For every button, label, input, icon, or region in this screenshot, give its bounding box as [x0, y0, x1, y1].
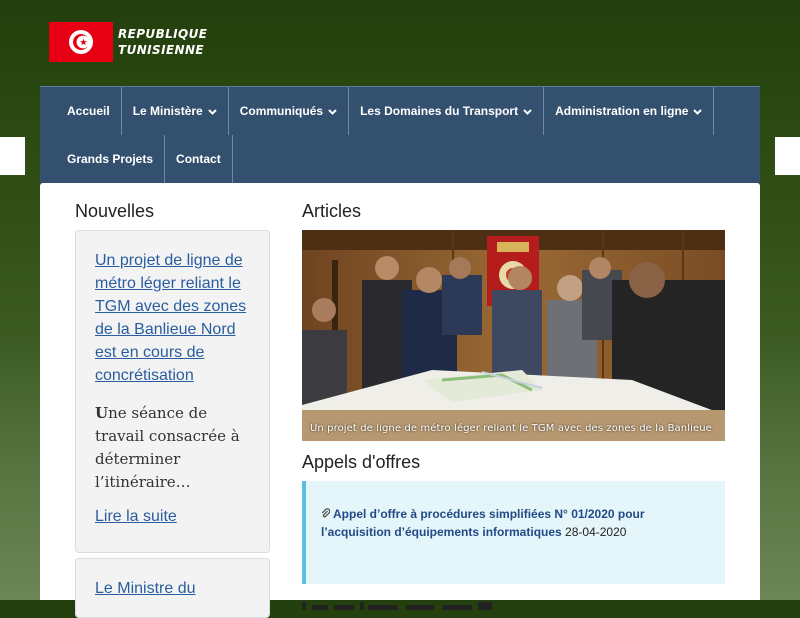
nav-label: Administration en ligne: [555, 104, 689, 118]
chevron-down-icon: [208, 104, 217, 118]
read-more-link[interactable]: Lire la suite: [95, 508, 177, 526]
left-side-tab: [0, 137, 25, 175]
nav-item-accueil[interactable]: Accueil: [40, 87, 122, 135]
nav-item-le-ministere[interactable]: Le Ministère: [122, 87, 229, 135]
brand-line-2: TUNISIENNE: [118, 43, 205, 57]
nav-item-contact[interactable]: Contact: [165, 135, 233, 183]
chevron-down-icon: [693, 104, 703, 118]
brand-text[interactable]: REPUBLIQUE TUNISIENNE: [118, 26, 207, 58]
photo-caption: Un projet de ligne de métro léger relian…: [310, 423, 712, 434]
nav-item-domaines-transport[interactable]: Les Domaines du Transport: [349, 87, 545, 135]
news-headline-link[interactable]: Un projet de ligne de métro léger relian…: [95, 249, 250, 387]
article-photo[interactable]: Un projet de ligne de métro léger relian…: [302, 230, 725, 441]
news-section-title: Nouvelles: [75, 201, 155, 221]
next-section-title-cutoff: [302, 594, 492, 615]
articles-section-title: Articles: [302, 201, 362, 221]
nav-label: Grands Projets: [67, 152, 154, 166]
nav-label: Le Ministère: [132, 104, 203, 118]
news-headline-link[interactable]: Le Ministre du: [95, 577, 250, 600]
nav-row-1: Accueil Le Ministère Communiqués Les Dom…: [40, 87, 760, 135]
excerpt-drop-letter: U: [95, 404, 109, 422]
nav-label: Communiqués: [239, 104, 324, 118]
tenders-section-title: Appels d'offres: [302, 452, 421, 472]
main-navbar: Accueil Le Ministère Communiqués Les Dom…: [40, 86, 760, 184]
news-card: Un projet de ligne de métro léger relian…: [75, 230, 270, 553]
news-excerpt: Une séance de travail consacrée à déterm…: [95, 402, 250, 494]
excerpt-text: ne séance de travail consacrée à détermi…: [95, 404, 240, 491]
main-content: Nouvelles Un projet de ligne de métro lé…: [40, 183, 760, 618]
news-card: Le Ministre du: [75, 558, 270, 618]
chevron-down-icon: [523, 104, 532, 118]
tender-date: 28-04-2020: [565, 525, 627, 539]
crescent-star-icon: [69, 30, 93, 54]
nav-label: Accueil: [67, 104, 110, 118]
nav-row-2: Grands Projets Contact: [40, 135, 760, 183]
right-side-tab: [775, 137, 800, 175]
paperclip-icon: [321, 507, 331, 521]
tender-item: Appel d’offre à procédures simplifiées N…: [302, 481, 725, 584]
brand-line-1: REPUBLIQUE: [118, 27, 208, 41]
nav-label: Contact: [176, 152, 221, 166]
nav-item-administration-en-ligne[interactable]: Administration en ligne: [544, 87, 715, 135]
chevron-down-icon: [328, 104, 337, 118]
nav-item-grands-projets[interactable]: Grands Projets: [40, 135, 166, 183]
nav-label: Les Domaines du Transport: [360, 104, 519, 118]
meeting-photo-illustration: [302, 230, 725, 441]
nav-item-communiques[interactable]: Communiqués: [229, 87, 350, 135]
tunisia-flag-logo[interactable]: [49, 22, 113, 62]
